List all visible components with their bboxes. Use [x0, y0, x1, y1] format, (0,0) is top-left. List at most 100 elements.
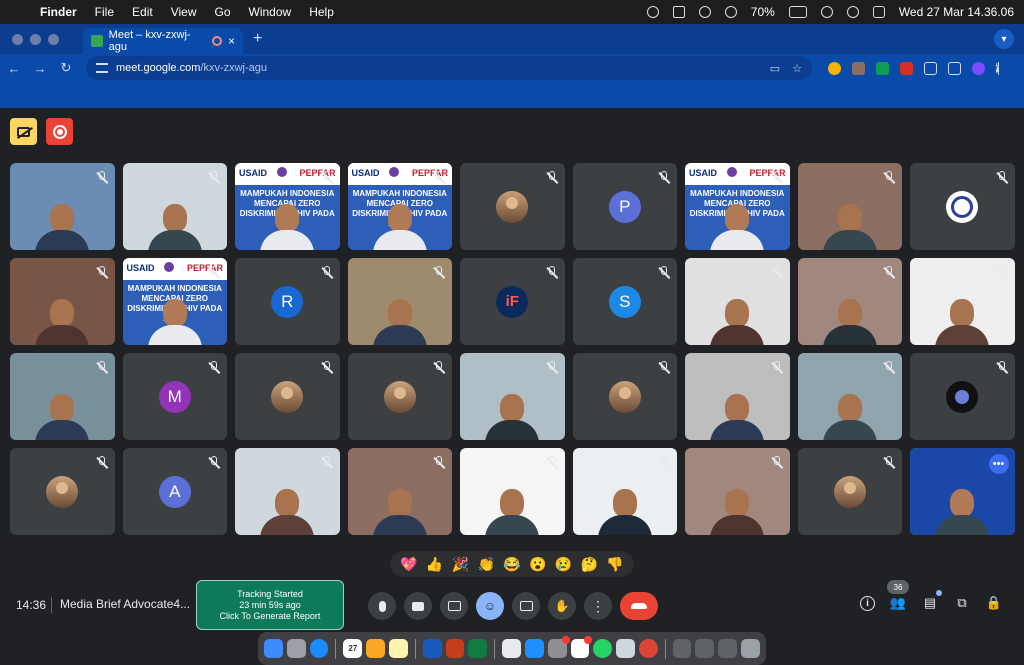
battery-icon[interactable]: [788, 6, 807, 18]
participant-tile[interactable]: [910, 163, 1015, 250]
side-panel-icon[interactable]: [948, 61, 961, 75]
chrome-icon[interactable]: [638, 639, 658, 658]
participant-tile[interactable]: [347, 353, 452, 440]
extension-owl-icon[interactable]: [852, 61, 865, 75]
pages-icon[interactable]: [366, 639, 385, 658]
participant-tile[interactable]: [460, 448, 565, 535]
reaction-heart[interactable]: 💖: [400, 556, 417, 573]
menu-go[interactable]: Go: [215, 5, 231, 19]
openai-icon[interactable]: [646, 6, 659, 18]
microphone-button[interactable]: [368, 592, 396, 620]
participant-tile[interactable]: [685, 448, 790, 535]
browser-menu-icon[interactable]: [996, 61, 1000, 75]
notifications-off-icon[interactable]: [698, 6, 711, 18]
participant-tile[interactable]: [347, 448, 452, 535]
menu-bar-clock[interactable]: Wed 27 Mar 14.36.06: [899, 5, 1014, 19]
notes-icon[interactable]: [388, 639, 408, 658]
menu-file[interactable]: File: [95, 5, 114, 19]
tab-search-chevron-icon[interactable]: ▾: [994, 29, 1014, 49]
reaction-sad[interactable]: 😢: [555, 556, 572, 573]
photos-icon[interactable]: [570, 636, 593, 658]
forward-arrow-icon[interactable]: →: [28, 61, 52, 76]
finder-icon[interactable]: [264, 639, 283, 658]
participant-tile[interactable]: [685, 258, 790, 345]
reaction-thinking[interactable]: 🤔: [581, 556, 598, 573]
settings-icon[interactable]: [547, 636, 570, 658]
preview-icon[interactable]: [616, 639, 635, 658]
screen-icon[interactable]: [672, 6, 685, 18]
reload-icon[interactable]: ↻: [54, 60, 78, 76]
menu-view[interactable]: View: [171, 5, 197, 19]
present-button[interactable]: [512, 592, 540, 620]
participant-tile[interactable]: [797, 163, 902, 250]
participant-tile[interactable]: •••: [910, 448, 1015, 535]
more-options-button[interactable]: ⋮: [584, 592, 612, 620]
extension-red-icon[interactable]: [900, 61, 913, 75]
app-store-icon[interactable]: [524, 639, 544, 658]
participant-tile[interactable]: [347, 258, 452, 345]
camera-button[interactable]: [404, 592, 432, 620]
participant-tile[interactable]: [685, 353, 790, 440]
participant-tile[interactable]: R: [235, 258, 340, 345]
chat-button[interactable]: ▤: [921, 590, 942, 612]
wifi-icon[interactable]: [820, 6, 833, 18]
launchpad-icon[interactable]: [286, 639, 306, 658]
powerpoint-icon[interactable]: [445, 639, 465, 658]
participant-tile[interactable]: S: [572, 258, 677, 345]
address-bar[interactable]: meet.google.com /kxv-zxwj-agu ▭ ☆: [86, 56, 812, 80]
participant-tile[interactable]: USAID PEPFAR MAMPUKAH INDONESIA MENCAPAI Z…: [122, 258, 227, 345]
menu-edit[interactable]: Edit: [132, 5, 153, 19]
reaction-thumbs-up[interactable]: 👍: [426, 556, 443, 573]
reaction-thumbs-down[interactable]: 👎: [606, 556, 623, 573]
reaction-clap[interactable]: 👏: [477, 556, 494, 573]
menu-window[interactable]: Window: [249, 5, 292, 19]
trash-icon[interactable]: [741, 639, 760, 658]
participant-tile[interactable]: [910, 353, 1015, 440]
participant-tile[interactable]: [235, 448, 340, 535]
site-info-icon[interactable]: [96, 63, 108, 73]
raise-hand-button[interactable]: ✋: [548, 592, 576, 620]
participant-tile[interactable]: A: [122, 448, 227, 535]
participant-tile[interactable]: USAID PEPFAR MAMPUKAH INDONESIA MENCAPAI Z…: [347, 163, 452, 250]
camera-off-indicator-button[interactable]: [10, 118, 37, 145]
new-tab-button[interactable]: +: [253, 30, 262, 48]
excel-icon[interactable]: [468, 639, 488, 658]
tile-more-options-icon[interactable]: •••: [988, 454, 1009, 474]
recording-button[interactable]: [46, 118, 73, 145]
reactions-button[interactable]: ☺: [476, 592, 504, 620]
freeform-icon[interactable]: [502, 639, 521, 658]
participant-tile[interactable]: [572, 448, 677, 535]
participant-tile[interactable]: [910, 258, 1015, 345]
safari-icon[interactable]: [309, 639, 329, 658]
leave-call-button[interactable]: [620, 592, 658, 620]
control-center-icon[interactable]: [872, 6, 885, 18]
close-window-button[interactable]: [12, 33, 23, 45]
profile-avatar[interactable]: [972, 61, 985, 75]
tab-meet[interactable]: Meet – kxv-zxwj-agu ×: [83, 28, 243, 54]
menu-help[interactable]: Help: [309, 5, 334, 19]
back-arrow-icon[interactable]: ←: [2, 61, 26, 76]
participant-tile[interactable]: [10, 163, 115, 250]
extensions-puzzle-icon[interactable]: [924, 61, 937, 75]
participant-tile[interactable]: [797, 258, 902, 345]
camera-permission-icon[interactable]: ▭: [770, 62, 780, 75]
reaction-party[interactable]: 🎉: [452, 556, 469, 573]
participant-tile[interactable]: USAID PEPFAR MAMPUKAH INDONESIA MENCAPAI Z…: [685, 163, 790, 250]
participant-tile[interactable]: USAID PEPFAR MAMPUKAH INDONESIA MENCAPAI Z…: [235, 163, 340, 250]
participant-tile[interactable]: [10, 448, 115, 535]
participant-tile[interactable]: [10, 353, 115, 440]
participant-tile[interactable]: [797, 448, 902, 535]
captions-button[interactable]: [440, 592, 468, 620]
documents-stack-icon[interactable]: [695, 639, 715, 658]
minimize-window-button[interactable]: [30, 33, 41, 45]
extension-check-icon[interactable]: [876, 61, 889, 75]
participant-tile[interactable]: [797, 353, 902, 440]
participant-tile[interactable]: iF: [460, 258, 565, 345]
screenshots-stack-icon[interactable]: [718, 639, 738, 658]
people-button[interactable]: 36 👥: [887, 580, 909, 612]
dark-mode-icon[interactable]: [724, 6, 737, 18]
participant-tile[interactable]: [572, 353, 677, 440]
calendar-icon[interactable]: 27: [343, 639, 363, 658]
reaction-joy[interactable]: 😂: [503, 556, 520, 573]
reaction-surprised[interactable]: 😮: [529, 556, 546, 573]
